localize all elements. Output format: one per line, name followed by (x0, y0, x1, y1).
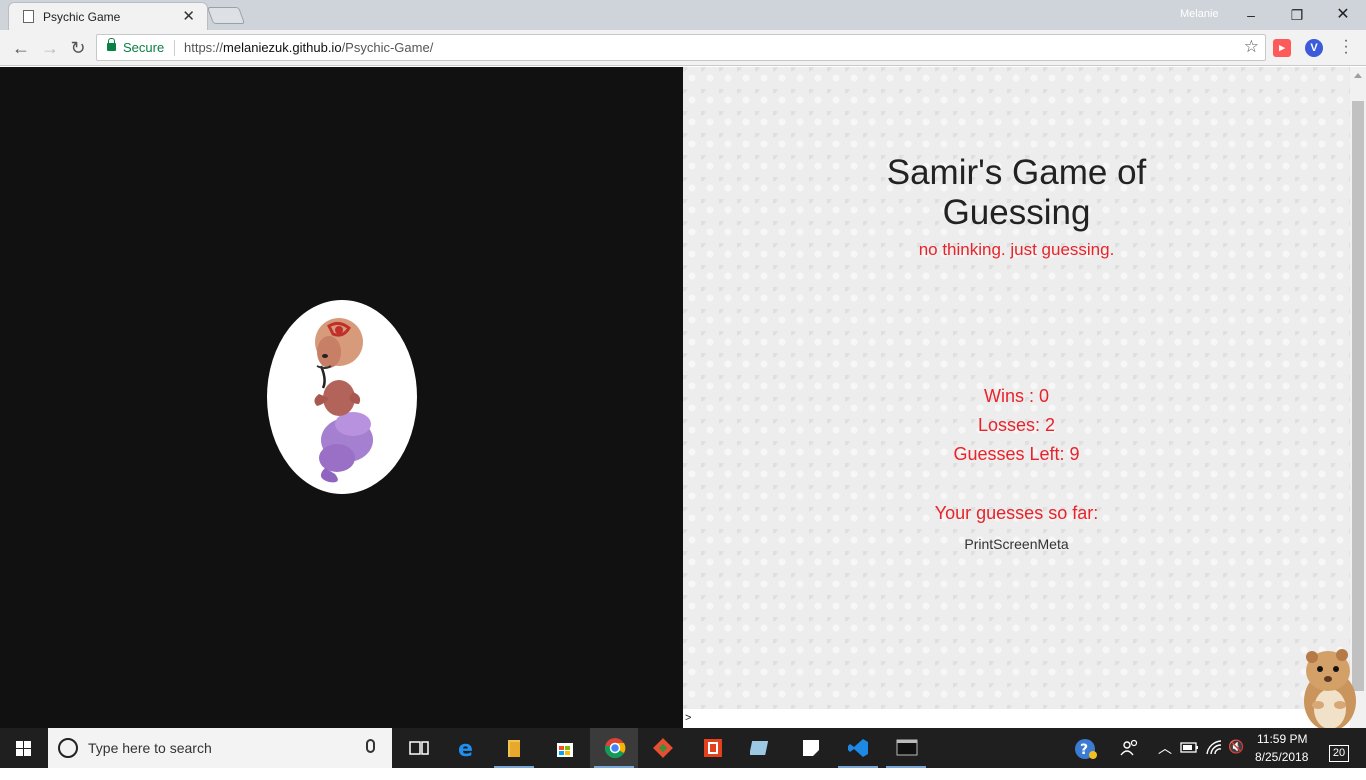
url-path: /Psychic-Game/ (341, 40, 434, 55)
edge-browser-icon[interactable]: e (442, 728, 490, 768)
profile-name[interactable]: Melanie (1180, 8, 1219, 20)
guesses-left-counter: Guesses Left: 9 (953, 444, 1080, 464)
battery-icon[interactable] (1180, 740, 1200, 780)
browser-tab[interactable]: Psychic Game ✕ (8, 2, 208, 30)
maximize-button[interactable]: ❐ (1274, 2, 1320, 28)
secure-label: Secure (123, 40, 165, 55)
bookmark-star-icon[interactable]: ☆ (1244, 37, 1259, 57)
address-bar[interactable]: Secure https://melaniezuk.github.io/Psyc… (96, 34, 1266, 61)
chrome-icon[interactable] (590, 728, 638, 768)
search-placeholder: Type here to search (88, 740, 212, 756)
wins-counter: Wins : 0 (983, 386, 1049, 406)
svg-text:?: ? (1080, 742, 1088, 758)
tray-chevron-up-icon[interactable]: ︿ (1158, 738, 1172, 778)
losses-counter: Losses: 2 (977, 415, 1056, 435)
browser-titlebar: Psychic Game ✕ Melanie – ❐ ✕ (0, 0, 1366, 30)
clock-date[interactable]: 8/25/2018 (1255, 750, 1308, 764)
extension-cast-icon[interactable]: ▸ (1273, 39, 1291, 57)
microphone-icon[interactable] (366, 739, 375, 753)
guesses-heading: Your guesses so far: (934, 503, 1099, 523)
page-scrollbar[interactable] (1350, 67, 1366, 728)
office-icon[interactable] (688, 728, 736, 768)
close-window-button[interactable]: ✕ (1320, 2, 1366, 28)
new-tab-button[interactable] (206, 7, 246, 24)
game-tagline: no thinking. just guessing. (918, 240, 1115, 259)
url-host: melaniezuk.github.io (223, 40, 342, 55)
omnibox-separator (174, 40, 175, 56)
url-scheme: https:// (184, 40, 224, 55)
tab-title: Psychic Game (43, 10, 121, 24)
forward-arrow-icon[interactable]: → (38, 36, 62, 60)
sticky-notes-icon[interactable] (786, 728, 834, 768)
file-explorer-icon[interactable] (490, 728, 538, 768)
store-icon[interactable] (540, 728, 588, 768)
hamster-mascot-image (1290, 645, 1366, 735)
back-arrow-icon[interactable]: ← (9, 36, 33, 60)
taskbar-search-box[interactable]: Type here to search (48, 728, 392, 768)
task-view-icon[interactable] (394, 728, 442, 768)
genie-image (267, 300, 417, 494)
extension-v-icon[interactable]: V (1305, 39, 1323, 57)
cortana-icon (58, 738, 78, 758)
people-icon[interactable] (1120, 738, 1140, 778)
clock-time[interactable]: 11:59 PM (1257, 732, 1307, 746)
windows-logo-icon (16, 741, 31, 756)
lock-icon (107, 38, 116, 51)
url-text[interactable]: https://melaniezuk.github.io/Psychic-Gam… (184, 40, 433, 55)
notification-center-icon[interactable]: 20 (1329, 745, 1349, 762)
menu-dots-icon[interactable]: · · · (1336, 33, 1356, 61)
minimize-button[interactable]: – (1228, 2, 1274, 28)
svg-text:e: e (458, 737, 473, 759)
volume-muted-icon[interactable]: 🔇 (1228, 739, 1244, 779)
terminal-icon[interactable] (882, 728, 930, 768)
guesses-list: PrintScreenMeta (964, 536, 1069, 552)
scroll-thumb[interactable] (1352, 101, 1364, 691)
help-tray-icon[interactable]: ? (1074, 738, 1098, 778)
windows-taskbar: Type here to search e ? ︿ 🔇 11:59 PM 8/2… (0, 728, 1366, 768)
page-icon (23, 10, 34, 23)
scroll-up-arrow-icon[interactable] (1354, 73, 1362, 78)
game-title: Samir's Game of Guessing (886, 153, 1147, 232)
git-icon[interactable] (638, 728, 686, 768)
windows-start-button[interactable] (0, 728, 48, 768)
left-panel (0, 67, 683, 728)
wifi-icon[interactable] (1206, 739, 1224, 779)
tab-close-icon[interactable]: ✕ (182, 7, 195, 25)
reload-icon[interactable]: ↻ (66, 36, 90, 60)
console-prompt[interactable]: > (683, 709, 1350, 728)
notes-app-icon[interactable] (736, 728, 784, 768)
browser-toolbar: ← → ↻ Secure https://melaniezuk.github.i… (0, 30, 1366, 66)
vscode-icon[interactable] (834, 728, 882, 768)
